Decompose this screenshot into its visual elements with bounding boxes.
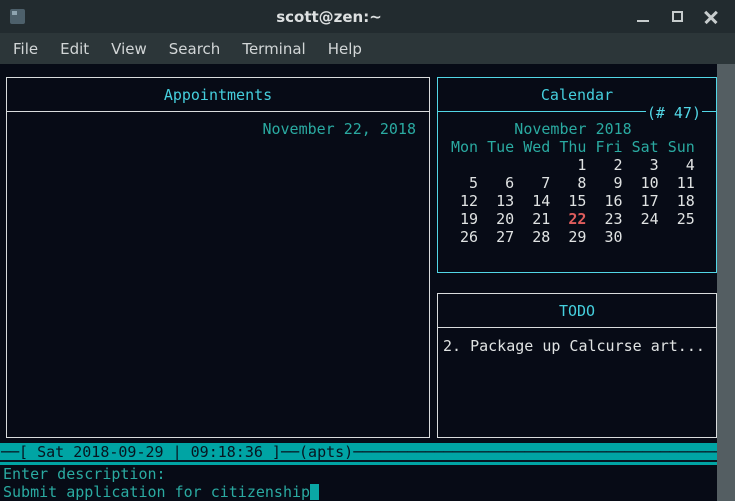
calendar-day-cell: 16 (595, 192, 632, 210)
calendar-week-row: 1 2 3 4 (451, 156, 695, 174)
menu-search[interactable]: Search (158, 33, 232, 64)
calendar-week-row: 5 6 7 8 9 10 11 (451, 174, 695, 192)
calendar-day-cell: 29 (559, 228, 596, 246)
prompt-label: Enter description: (3, 465, 166, 483)
minimize-button[interactable] (633, 7, 653, 27)
calendar-day-cell: 28 (523, 228, 560, 246)
calendar-day-cell: 4 (667, 156, 695, 174)
calendar-day-cell: 12 (451, 192, 488, 210)
calendar-day-cell (523, 156, 559, 174)
calendar-day-cell: 8 (559, 174, 596, 192)
menu-file[interactable]: File (2, 33, 49, 64)
calendar-week-row: 12 13 14 15 16 17 18 (451, 192, 695, 210)
statusbar: ──[ Sat 2018-09-29 | 09:18:36 ]──(apts)─… (0, 443, 717, 465)
todo-item: 2. Package up Calcurse art... (443, 337, 705, 355)
calendar-weekday-header: Mon Tue Wed Thu Fri Sat Sun (451, 138, 695, 156)
menu-view[interactable]: View (100, 33, 158, 64)
close-button[interactable] (701, 7, 721, 27)
window-title: scott@zen:~ (276, 7, 382, 26)
titlebar[interactable]: scott@zen:~ (0, 0, 735, 33)
menu-edit[interactable]: Edit (49, 33, 100, 64)
maximize-icon (671, 11, 683, 22)
calendar-day-cell (632, 228, 668, 246)
terminal-app-icon[interactable] (10, 9, 25, 24)
description-input-text: Submit application for citizenship (3, 483, 311, 501)
calendar-day-cell: 25 (667, 210, 695, 228)
menu-help[interactable]: Help (317, 33, 373, 64)
todo-panel: TODO 2. Package up Calcurse art... (437, 293, 717, 438)
calendar-day-cell (668, 228, 695, 246)
calendar-day-cell: 30 (595, 228, 632, 246)
window-controls (633, 7, 725, 27)
calendar-day-cell (487, 156, 523, 174)
calendar-day-cell: 13 (487, 192, 524, 210)
calendar-day-cell: 10 (631, 174, 668, 192)
calendar-grid: November 2018 Mon Tue Wed Thu Fri Sat Su… (451, 120, 695, 246)
menubar: File Edit View Search Terminal Help (0, 33, 735, 64)
calendar-weeks: 1 2 3 4 5 6 7 8 9 10 11 12 13 14 15 16 1… (451, 156, 695, 246)
appointments-date-header: November 22, 2018 (262, 120, 416, 138)
calendar-day-cell: 7 (523, 174, 560, 192)
calendar-week-row: 19 20 21 22 23 24 25 (451, 210, 695, 228)
close-icon (704, 10, 718, 24)
text-cursor (310, 484, 320, 500)
description-input[interactable]: Submit application for citizenship (3, 483, 320, 501)
menu-terminal[interactable]: Terminal (231, 33, 316, 64)
statusbar-line: ──[ Sat 2018-09-29 | 09:18:36 ]──(apts)─… (0, 443, 717, 462)
calendar-day-cell: 14 (523, 192, 560, 210)
terminal-scrollbar[interactable] (717, 64, 735, 501)
calendar-week-row: 26 27 28 29 30 (451, 228, 695, 246)
calendar-day-cell: 23 (595, 210, 632, 228)
calendar-day-cell (451, 156, 487, 174)
calendar-day-cell: 2 (595, 156, 632, 174)
week-number-badge: (# 47) (645, 104, 702, 122)
calendar-day-cell: 5 (451, 174, 488, 192)
todo-panel-title: TODO (438, 294, 716, 328)
calendar-day-cell: 20 (487, 210, 524, 228)
calendar-day-cell: 9 (595, 174, 632, 192)
calendar-day-cell: 24 (631, 210, 668, 228)
calendar-day-cell: 18 (667, 192, 695, 210)
appointments-panel: Appointments November 22, 2018 (6, 77, 430, 438)
calendar-month-header: November 2018 (514, 120, 632, 138)
terminal-window: scott@zen:~ File Edit View Search Termin… (0, 0, 735, 501)
calendar-day-cell: 17 (631, 192, 668, 210)
maximize-button[interactable] (667, 7, 687, 27)
terminal-screen[interactable]: Appointments November 22, 2018 Calendar … (0, 64, 735, 501)
calendar-day-cell: 22 (559, 210, 596, 228)
minimize-icon (637, 19, 649, 22)
calendar-day-cell: 11 (667, 174, 695, 192)
appointments-panel-title: Appointments (7, 78, 429, 112)
calendar-day-cell: 3 (631, 156, 668, 174)
calendar-day-cell: 15 (559, 192, 596, 210)
calendar-day-cell: 21 (523, 210, 560, 228)
calendar-day-cell: 26 (451, 228, 488, 246)
calendar-day-cell: 27 (487, 228, 524, 246)
calendar-day-cell: 19 (451, 210, 488, 228)
calendar-panel: Calendar (# 47) November 2018 Mon Tue We… (437, 77, 717, 273)
calendar-day-cell: 1 (559, 156, 596, 174)
calendar-day-cell: 6 (487, 174, 524, 192)
